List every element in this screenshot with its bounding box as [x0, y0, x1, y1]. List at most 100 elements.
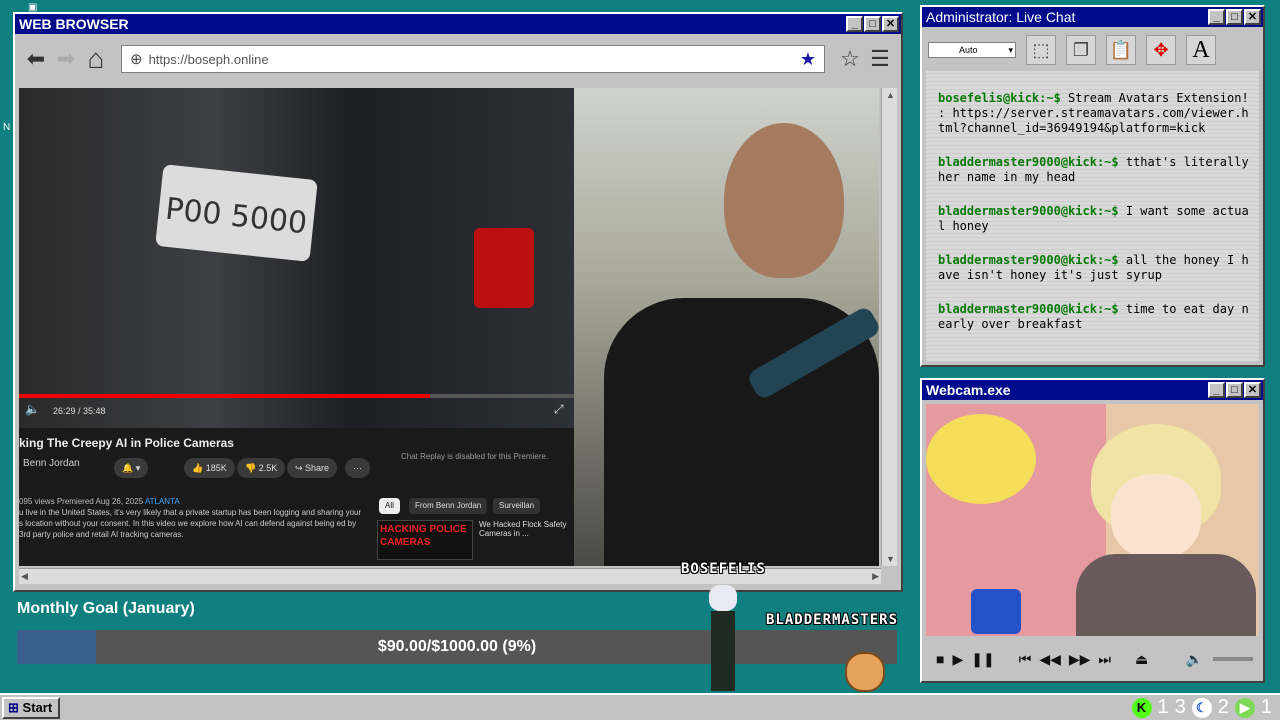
moon-icon[interactable]: ☾ [1191, 697, 1212, 718]
font-icon[interactable]: A [1186, 35, 1216, 65]
skip-back-icon[interactable]: ⏮ [1019, 651, 1032, 668]
move-icon[interactable]: ✥ [1146, 35, 1176, 65]
chat-message: bladdermaster9000@kick:~$ tthat's litera… [938, 155, 1249, 185]
address-bar[interactable]: ⊕ https://boseph.online ★ [121, 45, 825, 73]
maximize-button[interactable]: □ [864, 16, 881, 32]
scroll-down-icon[interactable]: ▼ [886, 554, 895, 564]
forward-arrow-icon[interactable]: ➡ [53, 46, 79, 72]
filter-chip-channel[interactable]: From Benn Jordan [409, 498, 488, 514]
premiere-date: Premiered Aug 26, 2025 [56, 497, 144, 506]
chat-window: Administrator: Live Chat _ □ ✕ Auto ⬚ ❐ … [920, 5, 1265, 367]
blue-mug [971, 589, 1021, 634]
play-tray-icon[interactable]: ▶ [1234, 697, 1255, 718]
description-text: u live in the United States, it's very l… [19, 508, 362, 539]
youtube-panel: P00 5000 26:29 / 35:48 🔈 ⤢ king The Cree… [19, 88, 574, 566]
minimize-button[interactable]: _ [846, 16, 863, 32]
menu-icon[interactable]: ☰ [867, 46, 893, 72]
share-button[interactable]: ↪ Share [287, 458, 338, 478]
chat-username[interactable]: bosefelis@kick:~$ [938, 91, 1061, 105]
chat-message: bladdermaster9000@kick:~$ I want some ac… [938, 204, 1249, 234]
browser-window: WEB BROWSER _ □ ✕ ⬅ ➡ ⌂ ⊕ https://boseph… [13, 12, 903, 592]
start-label: Start [22, 700, 53, 715]
scroll-up-icon[interactable]: ▲ [886, 90, 895, 100]
avatar-name-bladdermaster: BLADDERMASTERS [766, 612, 899, 628]
tray-count-3: 2 [1217, 696, 1229, 718]
volume-slider[interactable] [1213, 657, 1253, 661]
bookmark-star-icon[interactable]: ★ [800, 49, 816, 70]
chat-username[interactable]: bladdermaster9000@kick:~$ [938, 253, 1119, 267]
tray-count-2: 3 [1174, 696, 1186, 718]
tray-count-1: 1 [1157, 696, 1169, 718]
chat-message: bladdermaster9000@kick:~$ time to eat da… [938, 302, 1249, 332]
recommended-title[interactable]: We Hacked Flock Safety Cameras in ... [479, 520, 569, 538]
start-button[interactable]: ⊞ Start [2, 697, 60, 719]
rewind-icon[interactable]: ◀◀ [1039, 651, 1061, 668]
vtuber-avatar-view [926, 404, 1259, 636]
streamer-camera [574, 88, 879, 566]
more-icon[interactable]: ··· [345, 458, 370, 478]
streamer-head [724, 123, 844, 278]
volume-icon[interactable]: 🔈 [1186, 651, 1203, 668]
chat-log[interactable]: bosefelis@kick:~$ Stream Avatars Extensi… [926, 71, 1259, 361]
chat-username[interactable]: bladdermaster9000@kick:~$ [938, 302, 1119, 316]
avatar-sprite-bladdermaster [845, 652, 885, 692]
view-count: 095 views [19, 497, 55, 506]
chat-username[interactable]: bladdermaster9000@kick:~$ [938, 155, 1119, 169]
paste-icon[interactable]: 📋 [1106, 35, 1136, 65]
browser-title: WEB BROWSER [19, 16, 129, 32]
select-rect-icon[interactable]: ⬚ [1026, 35, 1056, 65]
chat-title: Administrator: Live Chat [926, 9, 1076, 25]
media-controls: ■ ▶ ❚❚ ⏮ ◀◀ ▶▶ ⏭ ⏏ 🔈 [926, 644, 1259, 674]
favorites-star-icon[interactable]: ☆ [837, 46, 863, 72]
minimize-button[interactable]: _ [1208, 382, 1225, 398]
chat-toolbar: Auto ⬚ ❐ 📋 ✥ A [922, 31, 1263, 69]
minimize-button[interactable]: _ [1208, 9, 1225, 25]
chat-message: bosefelis@kick:~$ Stream Avatars Extensi… [938, 91, 1249, 136]
page-viewport: P00 5000 26:29 / 35:48 🔈 ⤢ king The Cree… [19, 88, 879, 566]
eject-icon[interactable]: ⏏ [1135, 651, 1148, 668]
license-plate: P00 5000 [155, 164, 318, 262]
dislike-button[interactable]: 👎 2.5K [237, 458, 286, 478]
chat-titlebar[interactable]: Administrator: Live Chat _ □ ✕ [922, 7, 1263, 27]
zoom-select[interactable]: Auto [928, 42, 1016, 58]
notification-bell-icon[interactable]: 🔔 ▾ [114, 458, 149, 478]
channel-name[interactable]: Benn Jordan [23, 458, 80, 469]
video-frame[interactable]: P00 5000 26:29 / 35:48 🔈 ⤢ [19, 88, 574, 428]
close-button[interactable]: ✕ [1244, 382, 1261, 398]
windows-logo-icon: ⊞ [8, 700, 19, 715]
webcam-titlebar[interactable]: Webcam.exe _ □ ✕ [922, 380, 1263, 400]
like-button[interactable]: 👍 185K [184, 458, 235, 478]
chat-username[interactable]: bladdermaster9000@kick:~$ [938, 204, 1119, 218]
vertical-scrollbar[interactable]: ▲ ▼ [881, 88, 897, 566]
kick-icon[interactable]: K [1131, 697, 1152, 718]
desktop-icon-fragment[interactable]: N [3, 122, 10, 133]
filter-chip-all[interactable]: All [379, 498, 400, 514]
copy-icon[interactable]: ❐ [1066, 35, 1096, 65]
avatar-body [1076, 554, 1256, 636]
close-button[interactable]: ✕ [1244, 9, 1261, 25]
video-progress-fill [19, 394, 430, 398]
close-button[interactable]: ✕ [882, 16, 899, 32]
pause-icon[interactable]: ❚❚ [971, 651, 994, 668]
recommended-thumbnail[interactable]: HACKING POLICE CAMERAS [377, 520, 473, 560]
scroll-left-icon[interactable]: ◀ [21, 571, 28, 582]
play-icon[interactable]: ▶ [952, 651, 963, 668]
stop-icon[interactable]: ■ [936, 651, 944, 667]
mute-icon[interactable]: 🔈 [25, 402, 40, 416]
fast-forward-icon[interactable]: ▶▶ [1069, 651, 1091, 668]
maximize-button[interactable]: □ [1226, 382, 1243, 398]
back-arrow-icon[interactable]: ⬅ [23, 46, 49, 72]
maximize-button[interactable]: □ [1226, 9, 1243, 25]
chat-message: bladdermaster9000@kick:~$ all the honey … [938, 253, 1249, 283]
browser-titlebar[interactable]: WEB BROWSER _ □ ✕ [15, 14, 901, 34]
filter-chip-surveillance[interactable]: Surveillan [493, 498, 541, 514]
home-icon[interactable]: ⌂ [83, 45, 109, 73]
skip-forward-icon[interactable]: ⏭ [1098, 651, 1111, 668]
share-label: Share [305, 463, 330, 473]
fullscreen-icon[interactable]: ⤢ [554, 402, 564, 417]
scroll-right-icon[interactable]: ▶ [872, 571, 879, 582]
video-title: king The Creepy AI in Police Cameras [19, 436, 234, 450]
location-tag[interactable]: ATLANTA [145, 497, 180, 506]
globe-icon: ⊕ [130, 51, 143, 68]
goal-title: Monthly Goal (January) [17, 600, 195, 617]
